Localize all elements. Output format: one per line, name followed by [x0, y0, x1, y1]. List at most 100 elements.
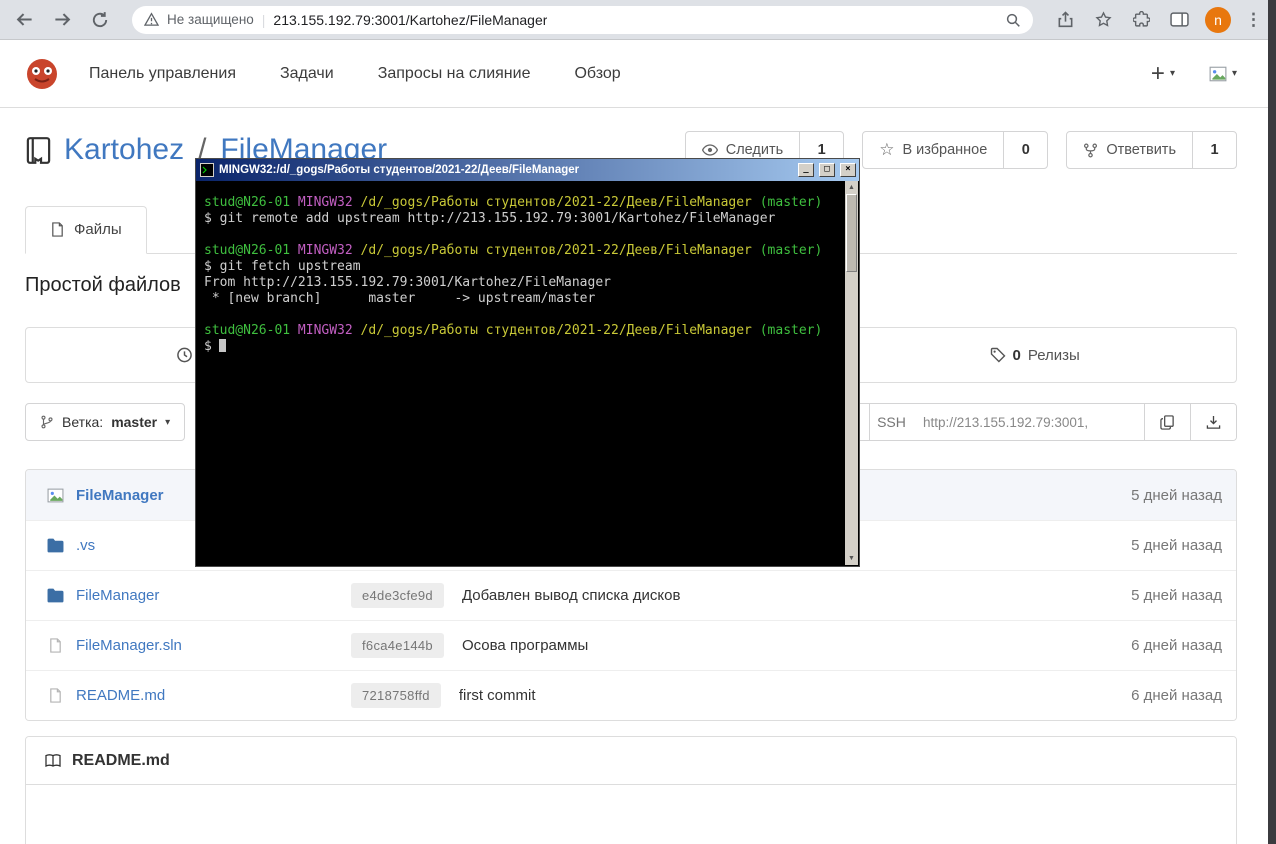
create-new-menu[interactable]: + ▾: [1150, 59, 1175, 87]
commit-age: 6 дней назад: [1131, 637, 1222, 654]
scroll-down-arrow[interactable]: ▼: [845, 552, 858, 565]
clone-url-input[interactable]: [913, 404, 1144, 440]
user-menu[interactable]: ▾: [1209, 65, 1237, 83]
forward-button[interactable]: [50, 8, 74, 32]
terminal-window: MINGW32:/d/_gogs/Работы студентов/2021-2…: [195, 158, 860, 567]
copy-url-button[interactable]: [1144, 404, 1190, 440]
commit-sha-link[interactable]: f6ca4e144b: [351, 633, 444, 658]
commit-age: 5 дней назад: [1131, 486, 1222, 504]
fork-count[interactable]: 1: [1192, 132, 1236, 168]
commit-message: Осова программы: [461, 637, 589, 654]
security-label: Не защищено: [167, 12, 254, 27]
clone-url-group: HTTP SSH: [811, 403, 1237, 441]
ssh-protocol-button[interactable]: SSH: [869, 404, 913, 440]
star-outline-icon: ☆: [879, 140, 895, 159]
tab-files-label: Файлы: [74, 221, 122, 238]
releases-segment[interactable]: 0 Релизы: [832, 328, 1236, 382]
watch-label: Следить: [725, 142, 784, 158]
file-icon: [46, 688, 64, 703]
chevron-down-icon: ▾: [165, 416, 171, 428]
plus-icon: +: [1150, 59, 1165, 87]
omnibox-separator: |: [261, 11, 266, 28]
zoom-icon[interactable]: [1005, 12, 1021, 28]
nav-dashboard[interactable]: Панель управления: [59, 65, 258, 83]
extensions-puzzle-icon[interactable]: [1129, 8, 1153, 32]
bookmark-star-icon[interactable]: [1091, 8, 1115, 32]
fork-button-group: Ответвить 1: [1066, 131, 1237, 169]
branch-label: Ветка:: [62, 414, 104, 430]
back-button[interactable]: [12, 8, 36, 32]
browser-profile-avatar[interactable]: n: [1205, 6, 1231, 33]
broken-avatar-image-icon: [1209, 65, 1227, 83]
fork-label: Ответвить: [1106, 142, 1176, 158]
prompt-line: $: [204, 339, 839, 355]
star-button[interactable]: ☆ В избранное: [863, 132, 1003, 168]
repo-owner-link[interactable]: Kartohez: [64, 133, 184, 167]
file-icon: [46, 638, 64, 653]
file-link[interactable]: FileManager: [76, 587, 159, 604]
folder-icon: [46, 538, 64, 553]
maximize-button[interactable]: □: [819, 163, 835, 177]
scroll-up-arrow[interactable]: ▲: [845, 181, 858, 194]
command-line: $ git fetch upstream: [204, 259, 361, 274]
file-link[interactable]: FileManager.sln: [76, 637, 182, 654]
not-secure-warning-icon: [144, 12, 159, 27]
committer-link[interactable]: FileManager: [76, 487, 164, 504]
fork-button[interactable]: Ответвить: [1067, 132, 1192, 168]
releases-count: 0: [1012, 346, 1021, 364]
fork-icon: [1083, 143, 1098, 158]
tab-files[interactable]: Файлы: [25, 206, 147, 254]
nav-issues[interactable]: Задачи: [258, 65, 356, 83]
file-link[interactable]: README.md: [76, 687, 165, 704]
prompt-line: stud@N26-01 MINGW32 /d/_gogs/Работы студ…: [204, 323, 823, 338]
commit-age: 5 дней назад: [1131, 587, 1222, 604]
output-line: * [new branch] master -> upstream/master: [204, 291, 596, 306]
file-link[interactable]: .vs: [76, 537, 95, 554]
terminal-scrollbar[interactable]: ▲ ▼: [845, 181, 858, 565]
tag-icon: [990, 347, 1006, 363]
download-archive-button[interactable]: [1190, 404, 1236, 440]
chevron-down-icon: ▾: [1231, 68, 1237, 79]
share-icon[interactable]: [1053, 8, 1077, 32]
terminal-icon: [200, 163, 214, 177]
url-text: 213.155.192.79:3001/Kartohez/FileManager: [273, 11, 548, 28]
star-button-group: ☆ В избранное 0: [862, 131, 1049, 169]
close-button[interactable]: ×: [840, 163, 856, 177]
repo-book-icon: [25, 135, 52, 166]
gogs-logo[interactable]: [25, 57, 59, 91]
table-row: FileManager e4de3cfe9d Добавлен вывод сп…: [26, 570, 1236, 620]
side-panel-icon[interactable]: [1167, 8, 1191, 32]
chevron-down-icon: ▾: [1169, 68, 1175, 79]
commit-sha-link[interactable]: e4de3cfe9d: [351, 583, 444, 608]
nav-pull-requests[interactable]: Запросы на слияние: [356, 65, 553, 83]
folder-icon: [46, 588, 64, 603]
screen: Не защищено | 213.155.192.79:3001/Kartoh…: [0, 0, 1276, 844]
command-line: $ git remote add upstream http://213.155…: [204, 211, 776, 226]
window-edge-strip: [1268, 0, 1276, 844]
broken-avatar-image-icon: [46, 487, 64, 504]
prompt-line: stud@N26-01 MINGW32 /d/_gogs/Работы студ…: [204, 195, 823, 210]
nav-explore[interactable]: Обзор: [552, 65, 642, 83]
readme-body: [26, 785, 1236, 844]
commit-sha-link[interactable]: 7218758ffd: [351, 683, 441, 708]
address-bar[interactable]: Не защищено | 213.155.192.79:3001/Kartoh…: [132, 5, 1033, 34]
terminal-title: MINGW32:/d/_gogs/Работы студентов/2021-2…: [219, 164, 580, 176]
branch-selector[interactable]: Ветка: master ▾: [25, 403, 186, 441]
terminal-titlebar[interactable]: MINGW32:/d/_gogs/Работы студентов/2021-2…: [196, 159, 859, 181]
browser-toolbar: Не защищено | 213.155.192.79:3001/Kartoh…: [0, 0, 1276, 40]
branch-name: master: [111, 414, 158, 430]
minimize-button[interactable]: _: [798, 163, 814, 177]
commit-message: Добавлен вывод списка дисков: [461, 587, 681, 604]
table-row: FileManager.sln f6ca4e144b Осова програм…: [26, 620, 1236, 670]
star-count[interactable]: 0: [1003, 132, 1047, 168]
history-icon: [176, 347, 193, 364]
readme-header: README.md: [26, 737, 1236, 785]
browser-menu-kebab-icon[interactable]: ⋮: [1245, 10, 1262, 30]
terminal-output[interactable]: stud@N26-01 MINGW32 /d/_gogs/Работы студ…: [196, 181, 859, 566]
scrollbar-thumb[interactable]: [846, 194, 857, 272]
eye-icon: [701, 142, 718, 158]
refresh-button[interactable]: [88, 8, 112, 32]
commit-age: 5 дней назад: [1131, 537, 1222, 554]
